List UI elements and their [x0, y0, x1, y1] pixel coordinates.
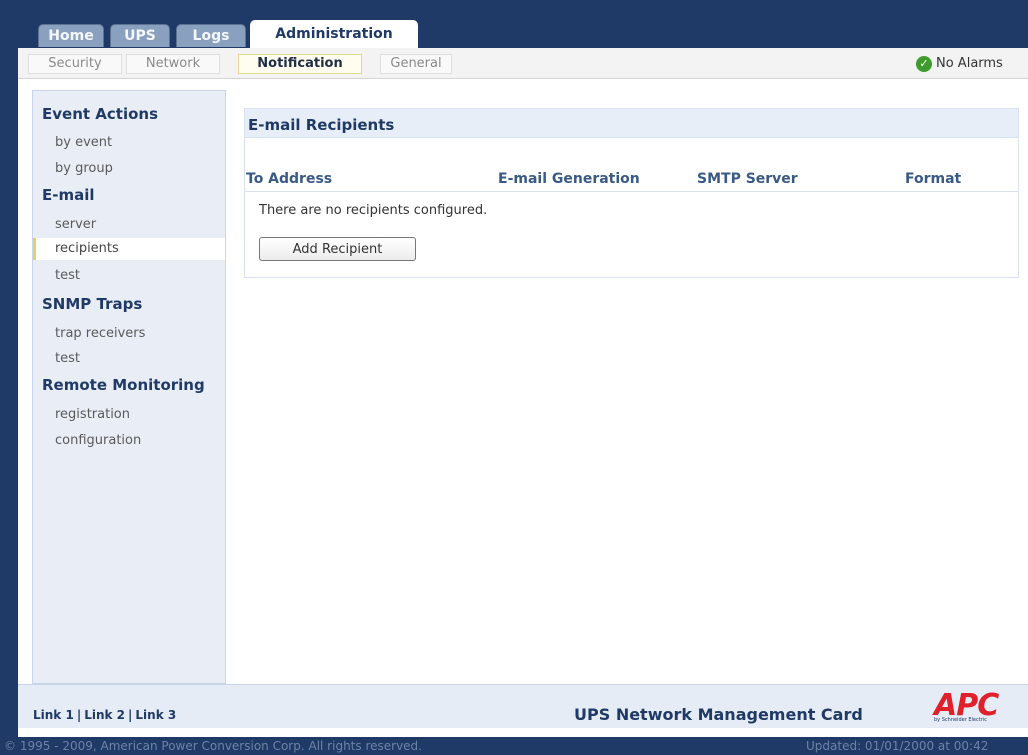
column-header-smtp-server: SMTP Server: [697, 171, 798, 187]
updated-timestamp: Updated: 01/01/2000 at 00:42: [806, 739, 989, 753]
sidebar-item-recipients[interactable]: recipients: [33, 238, 225, 260]
footer-link-2[interactable]: Link 2: [84, 708, 125, 722]
copyright-text: © 1995 - 2009, American Power Conversion…: [4, 739, 422, 753]
apc-logo: APC by Schneider Electric: [930, 688, 1020, 726]
add-recipient-button[interactable]: Add Recipient: [259, 237, 416, 261]
footer-separator: |: [76, 708, 82, 722]
sidebar-item-email-test[interactable]: test: [33, 265, 225, 287]
footer-link-3[interactable]: Link 3: [135, 708, 176, 722]
sidebar-heading-remote-monitoring[interactable]: Remote Monitoring: [42, 376, 205, 394]
page-title: E-mail Recipients: [248, 116, 395, 134]
sidebar-heading-event-actions[interactable]: Event Actions: [42, 105, 158, 123]
column-header-format: Format: [905, 171, 962, 187]
alarm-status-label: No Alarms: [936, 56, 1003, 71]
column-header-email-generation: E-mail Generation: [498, 171, 640, 187]
footer-link-1[interactable]: Link 1: [33, 708, 74, 722]
left-edge-stripe: [0, 48, 18, 755]
column-divider: [244, 191, 1019, 192]
sidebar-item-snmp-test[interactable]: test: [33, 348, 225, 370]
check-icon: ✓: [916, 56, 932, 72]
sidebar: Event Actions by event by group E-mail s…: [32, 90, 226, 684]
tab-ups[interactable]: UPS: [110, 24, 170, 47]
sidebar-item-configuration[interactable]: configuration: [33, 430, 225, 452]
sidebar-item-trap-receivers[interactable]: trap receivers: [33, 323, 225, 345]
footer-separator: |: [128, 708, 133, 722]
sidebar-item-server[interactable]: server: [33, 214, 225, 236]
subtab-security[interactable]: Security: [28, 54, 122, 74]
product-name: UPS Network Management Card: [574, 705, 863, 724]
column-header-to-address: To Address: [246, 171, 333, 187]
tab-home[interactable]: Home: [38, 24, 104, 47]
subtab-general[interactable]: General: [380, 54, 452, 74]
sidebar-heading-email[interactable]: E-mail: [42, 186, 95, 204]
footer-links: Link 1 | Link 2 | Link 3: [33, 708, 176, 722]
sub-navigation: Security Network Notification General: [18, 48, 1028, 79]
sidebar-heading-snmp-traps[interactable]: SNMP Traps: [42, 295, 142, 313]
subtab-network[interactable]: Network: [126, 54, 220, 74]
sidebar-item-by-group[interactable]: by group: [33, 158, 225, 180]
tab-administration[interactable]: Administration: [250, 20, 418, 48]
apc-logo-subtitle: by Schneider Electric: [934, 717, 987, 723]
subtab-notification[interactable]: Notification: [238, 54, 362, 74]
empty-state-message: There are no recipients configured.: [259, 203, 488, 218]
sidebar-item-by-event[interactable]: by event: [33, 132, 225, 154]
sidebar-item-registration[interactable]: registration: [33, 404, 225, 426]
tab-logs[interactable]: Logs: [176, 24, 246, 47]
